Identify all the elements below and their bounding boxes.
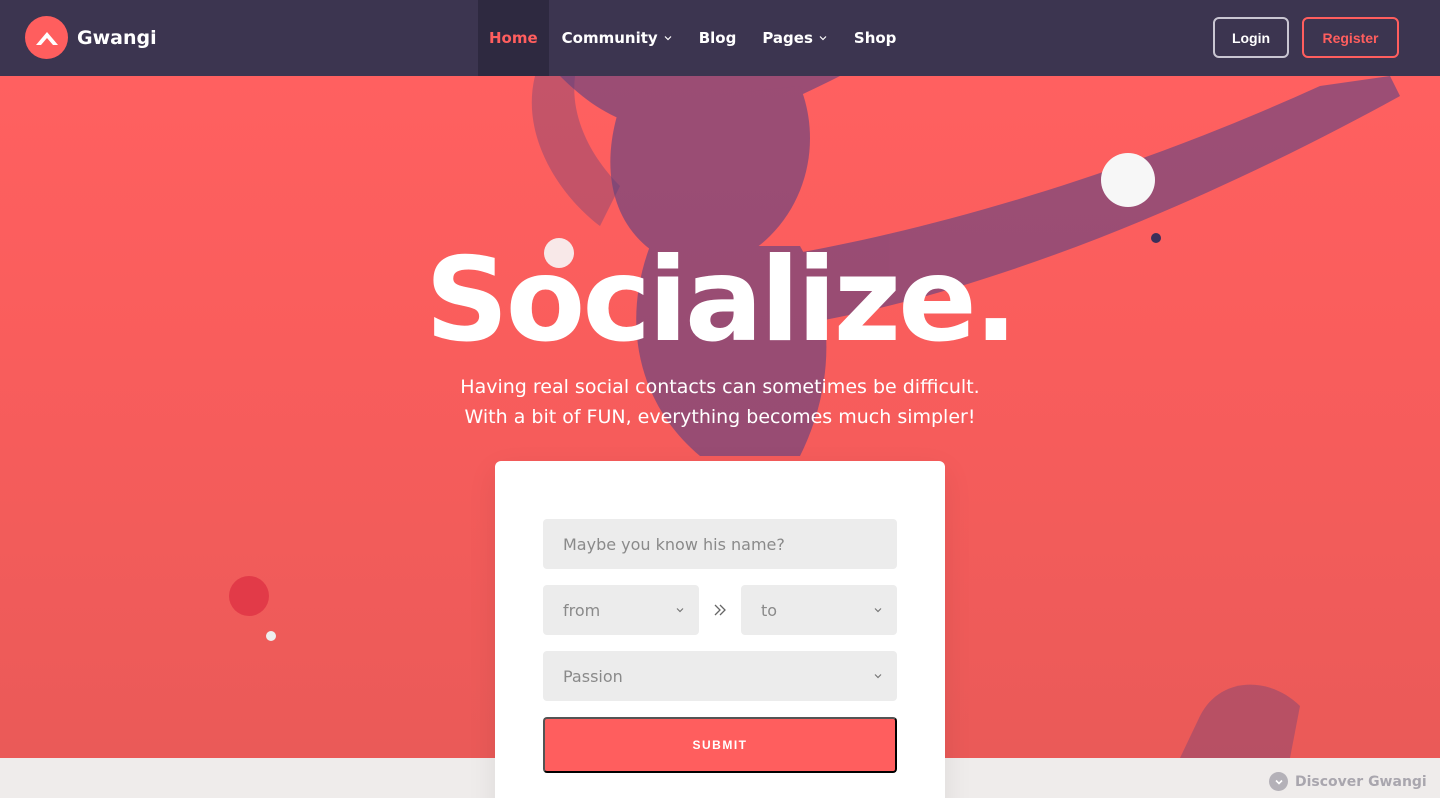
main-menu: Home Community Blog Pages Shop bbox=[478, 0, 909, 76]
chevron-down-icon bbox=[874, 674, 882, 679]
double-chevron-right-icon bbox=[707, 600, 733, 620]
brand-logo[interactable]: Gwangi bbox=[25, 16, 157, 59]
nav-item-label: Community bbox=[561, 29, 658, 47]
hero-subtitle-line: With a bit of FUN, everything becomes mu… bbox=[464, 406, 976, 428]
passion-value: Passion bbox=[563, 666, 623, 686]
hero-subtitle: Having real social contacts can sometime… bbox=[0, 372, 1440, 432]
discover-link[interactable]: Discover Gwangi bbox=[1269, 772, 1427, 791]
register-button[interactable]: Register bbox=[1302, 17, 1399, 58]
hero-subtitle-line: Having real social contacts can sometime… bbox=[460, 376, 980, 398]
discover-label: Discover Gwangi bbox=[1295, 773, 1427, 790]
name-search-input[interactable] bbox=[563, 534, 877, 554]
chevron-down-icon bbox=[664, 36, 672, 41]
name-search-field[interactable] bbox=[543, 519, 897, 569]
nav-item-home[interactable]: Home bbox=[478, 0, 549, 76]
submit-button[interactable]: SUBMIT bbox=[543, 717, 897, 773]
age-from-value: from bbox=[563, 600, 601, 620]
brand-name: Gwangi bbox=[77, 26, 157, 49]
nav-item-label: Home bbox=[489, 29, 538, 47]
passion-select[interactable]: Passion bbox=[543, 651, 897, 701]
nav-item-label: Shop bbox=[853, 29, 897, 47]
chevron-down-icon bbox=[874, 608, 882, 613]
hero-title: Socialize. bbox=[425, 233, 1018, 368]
nav-item-label: Pages bbox=[762, 29, 813, 47]
chevron-down-icon bbox=[819, 36, 827, 41]
age-from-select[interactable]: from bbox=[543, 585, 699, 635]
chevron-down-circle-icon bbox=[1269, 772, 1288, 791]
age-to-select[interactable]: to bbox=[741, 585, 897, 635]
nav-item-label: Blog bbox=[698, 29, 737, 47]
login-button[interactable]: Login bbox=[1213, 17, 1289, 58]
nav-item-pages[interactable]: Pages bbox=[749, 0, 841, 76]
top-navbar: Gwangi Home Community Blog Pages Shop Lo… bbox=[0, 0, 1440, 76]
logo-mark-icon bbox=[25, 16, 68, 59]
member-search-card: from to Passion SUBMIT bbox=[495, 461, 945, 798]
nav-item-blog[interactable]: Blog bbox=[686, 0, 750, 76]
age-to-value: to bbox=[761, 600, 778, 620]
nav-item-community[interactable]: Community bbox=[549, 0, 686, 76]
chevron-down-icon bbox=[676, 608, 684, 613]
nav-item-shop[interactable]: Shop bbox=[841, 0, 910, 76]
